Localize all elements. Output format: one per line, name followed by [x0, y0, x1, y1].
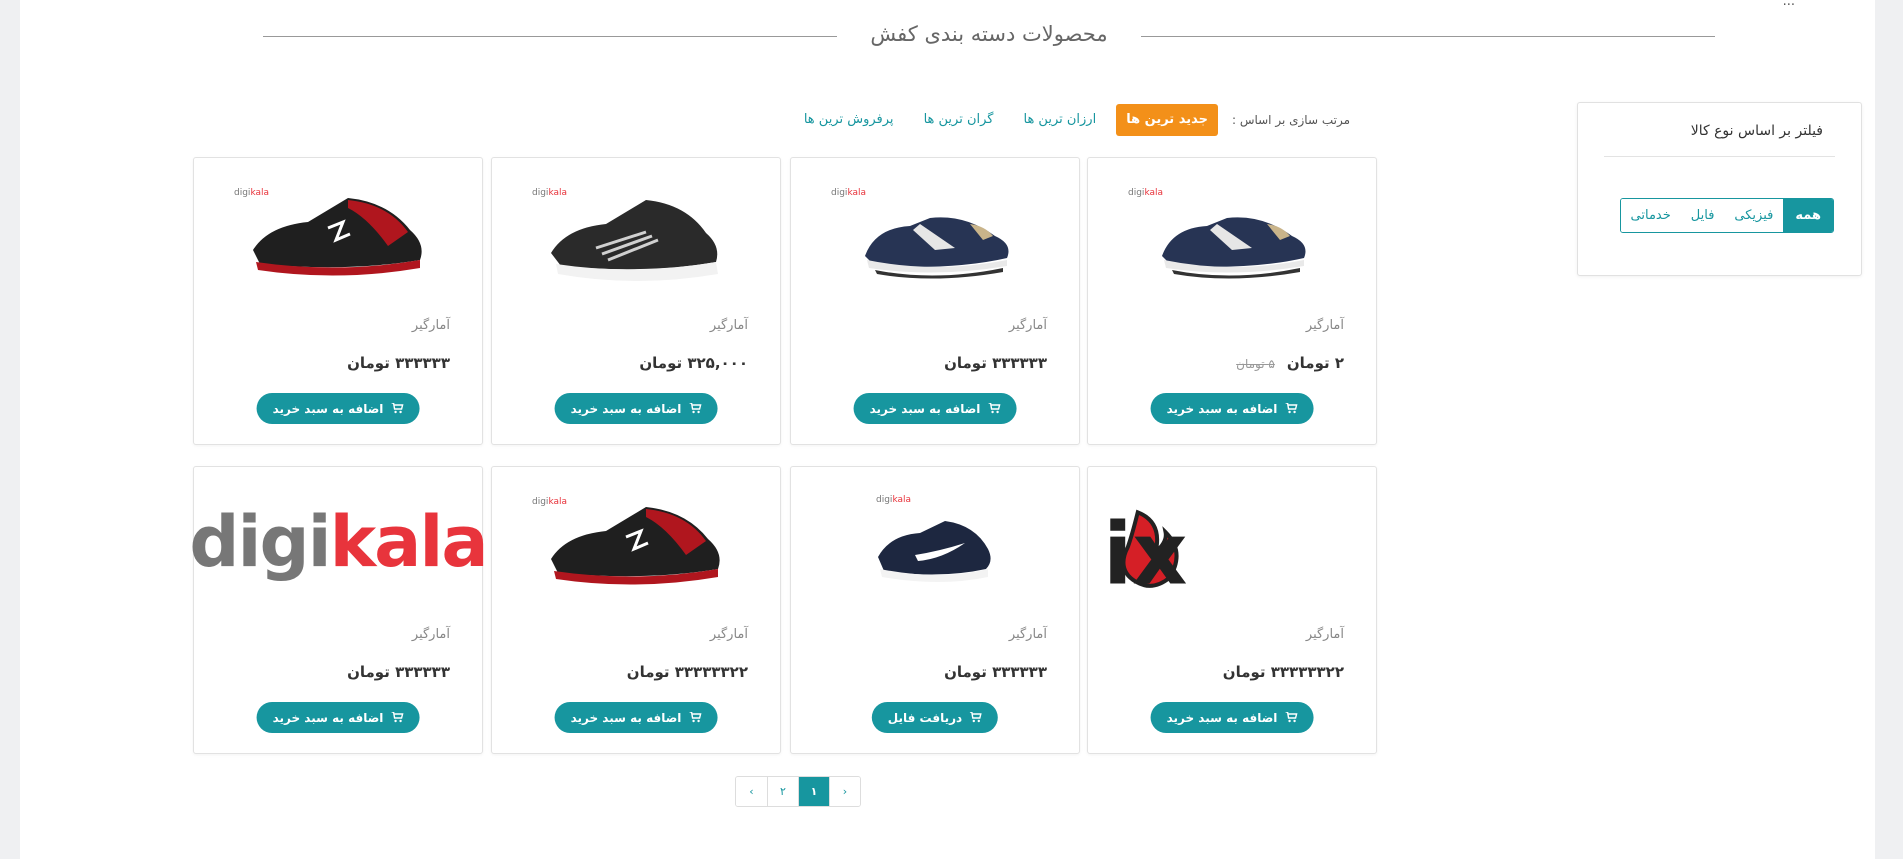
stix-logo-icon: stix	[1108, 506, 1187, 602]
filter-title: فیلتر بر اساس نوع کالا	[1690, 123, 1823, 139]
product-image[interactable]	[811, 482, 1059, 602]
download-file-label: دریافت فایل	[887, 710, 963, 725]
shoe-icon	[1162, 217, 1306, 279]
pagination-page-2[interactable]: ۲	[767, 777, 798, 806]
product-card[interactable]: digikala آمارگیر ۳۳۳۳۳۳ تومان اضافه به س…	[189, 466, 489, 754]
product-brand: آمارگیر	[709, 627, 748, 642]
product-brand: آمارگیر	[709, 318, 748, 333]
download-file-button[interactable]: دریافت فایل	[871, 702, 999, 733]
product-price: ۳۳۳۳۳۳ تومان	[347, 354, 450, 372]
price-row: ۳۳۳۳۳۳ تومان	[944, 663, 1047, 681]
svg-text:stix: stix	[1108, 506, 1187, 602]
add-to-cart-label: اضافه به سبد خرید	[1166, 710, 1278, 725]
add-to-cart-button[interactable]: اضافه به سبد خرید	[256, 393, 420, 424]
product-price: ۳۳۳۳۳۳ تومان	[944, 663, 1047, 681]
product-price: ۲ تومان	[1286, 354, 1344, 372]
pagination-next[interactable]: ‹	[736, 777, 767, 806]
cart-icon	[689, 403, 702, 414]
product-type-filter: همه فیزیکی فایل خدماتی	[1619, 198, 1834, 233]
pagination-prev[interactable]: ›	[829, 777, 860, 806]
page-title: محصولات دسته بندی کفش	[870, 22, 1108, 46]
add-to-cart-label: اضافه به سبد خرید	[570, 710, 682, 725]
pagination-page-1[interactable]: ۱	[798, 777, 829, 806]
product-card[interactable]: digikala آمارگیر ۳۳۳۳۳۳ تومان اضافه به س…	[193, 157, 483, 445]
filter-divider	[1604, 156, 1835, 157]
sort-label: مرتب سازی بر اساس :	[1231, 113, 1350, 127]
product-old-price: ۵ تومان	[1236, 357, 1275, 371]
product-image[interactable]	[1108, 173, 1356, 293]
filter-panel: فیلتر بر اساس نوع کالا همه فیزیکی فایل خ…	[1577, 102, 1862, 276]
page-container: ... محصولات دسته بندی کفش فیلتر بر اساس …	[20, 0, 1875, 859]
section-header: محصولات دسته بندی کفش	[263, 20, 1715, 50]
product-card[interactable]: stix آمارگیر ۳۳۳۳۳۳۲۲ تومان اضافه به سبد…	[1087, 466, 1377, 754]
product-brand: آمارگیر	[1008, 318, 1047, 333]
product-image[interactable]: stix	[1108, 487, 1356, 607]
add-to-cart-button[interactable]: اضافه به سبد خرید	[1150, 702, 1314, 733]
cart-icon	[970, 712, 983, 723]
add-to-cart-button[interactable]: اضافه به سبد خرید	[554, 702, 718, 733]
filter-option-service[interactable]: خدماتی	[1620, 199, 1681, 232]
shoe-icon	[865, 217, 1009, 279]
price-row: ۳۳۳۳۳۳۲۲ تومان	[627, 663, 748, 681]
product-card[interactable]: digikala آمارگیر ۳۳۳۳۳۳۲۲ تومان اضافه به…	[491, 466, 781, 754]
product-image[interactable]	[512, 482, 760, 602]
sort-cheapest[interactable]: ارزان ترین ها	[1013, 104, 1106, 136]
add-to-cart-label: اضافه به سبد خرید	[272, 401, 384, 416]
cart-icon	[391, 712, 404, 723]
price-row: ۳۲۵,۰۰۰ تومان	[639, 354, 748, 372]
filter-option-physical[interactable]: فیزیکی	[1724, 199, 1784, 232]
cart-icon	[1285, 712, 1298, 723]
price-row: ۳۳۳۳۳۳ تومان	[944, 354, 1047, 372]
cart-icon	[988, 403, 1001, 414]
product-image[interactable]	[214, 173, 462, 293]
sort-bar: مرتب سازی بر اساس : جدید ترین ها ارزان ت…	[784, 104, 1350, 136]
add-to-cart-label: اضافه به سبد خرید	[1166, 401, 1278, 416]
sort-bestselling[interactable]: پرفروش ترین ها	[794, 104, 904, 136]
price-row: ۳۳۳۳۳۳۲۲ تومان	[1223, 663, 1344, 681]
shoe-icon	[551, 200, 718, 281]
add-to-cart-label: اضافه به سبد خرید	[570, 401, 682, 416]
product-card[interactable]: digikala آمارگیر ۲ تومان ۵ تومان اضافه ب…	[1087, 157, 1377, 445]
content-area: ... محصولات دسته بندی کفش فیلتر بر اساس …	[45, 0, 1875, 859]
filter-option-all[interactable]: همه	[1783, 199, 1833, 232]
price-row: ۳۳۳۳۳۳ تومان	[347, 663, 450, 681]
pagination: › ۱ ۲ ‹	[735, 776, 861, 807]
product-price: ۳۳۳۳۳۳۲۲ تومان	[1222, 663, 1344, 681]
shoe-icon	[551, 507, 720, 585]
add-to-cart-label: اضافه به سبد خرید	[869, 401, 981, 416]
add-to-cart-button[interactable]: اضافه به سبد خرید	[256, 702, 420, 733]
product-brand: آمارگیر	[1305, 318, 1344, 333]
product-price: ۳۳۳۳۳۳۲۲ تومان	[626, 663, 748, 681]
product-card[interactable]: digikala آمارگیر ۳۳۳۳۳۳ تومان دریافت فای…	[790, 466, 1080, 754]
cart-icon	[1285, 403, 1298, 414]
digikala-logo: digikala	[189, 501, 488, 583]
shoe-icon	[878, 521, 991, 582]
product-brand: آمارگیر	[1305, 627, 1344, 642]
divider-line-right	[1141, 36, 1715, 37]
breadcrumb[interactable]: ...	[1783, 0, 1795, 9]
product-image[interactable]	[512, 173, 760, 293]
product-price: ۳۳۳۳۳۳ تومان	[944, 354, 1047, 372]
cart-icon	[391, 403, 404, 414]
shoe-icon	[253, 198, 422, 276]
product-card[interactable]: digikala آمارگیر ۳۳۳۳۳۳ تومان اضافه به س…	[790, 157, 1080, 445]
product-card[interactable]: digikala آمارگیر ۳۲۵,۰۰۰ تومان اضافه به …	[491, 157, 781, 445]
product-price: ۳۲۵,۰۰۰ تومان	[639, 354, 748, 372]
product-brand: آمارگیر	[1008, 627, 1047, 642]
product-brand: آمارگیر	[411, 318, 450, 333]
price-row: ۲ تومان ۵ تومان	[1236, 354, 1344, 372]
add-to-cart-button[interactable]: اضافه به سبد خرید	[554, 393, 718, 424]
product-brand: آمارگیر	[411, 627, 450, 642]
add-to-cart-button[interactable]: اضافه به سبد خرید	[853, 393, 1017, 424]
add-to-cart-button[interactable]: اضافه به سبد خرید	[1150, 393, 1314, 424]
product-price: ۳۳۳۳۳۳ تومان	[347, 663, 450, 681]
product-image[interactable]: digikala	[189, 482, 488, 602]
price-row: ۳۳۳۳۳۳ تومان	[347, 354, 450, 372]
add-to-cart-label: اضافه به سبد خرید	[272, 710, 384, 725]
sort-most-expensive[interactable]: گران ترین ها	[914, 104, 1004, 136]
cart-icon	[689, 712, 702, 723]
filter-option-file[interactable]: فایل	[1680, 199, 1725, 232]
product-image[interactable]	[811, 173, 1059, 293]
sort-newest[interactable]: جدید ترین ها	[1116, 104, 1218, 136]
